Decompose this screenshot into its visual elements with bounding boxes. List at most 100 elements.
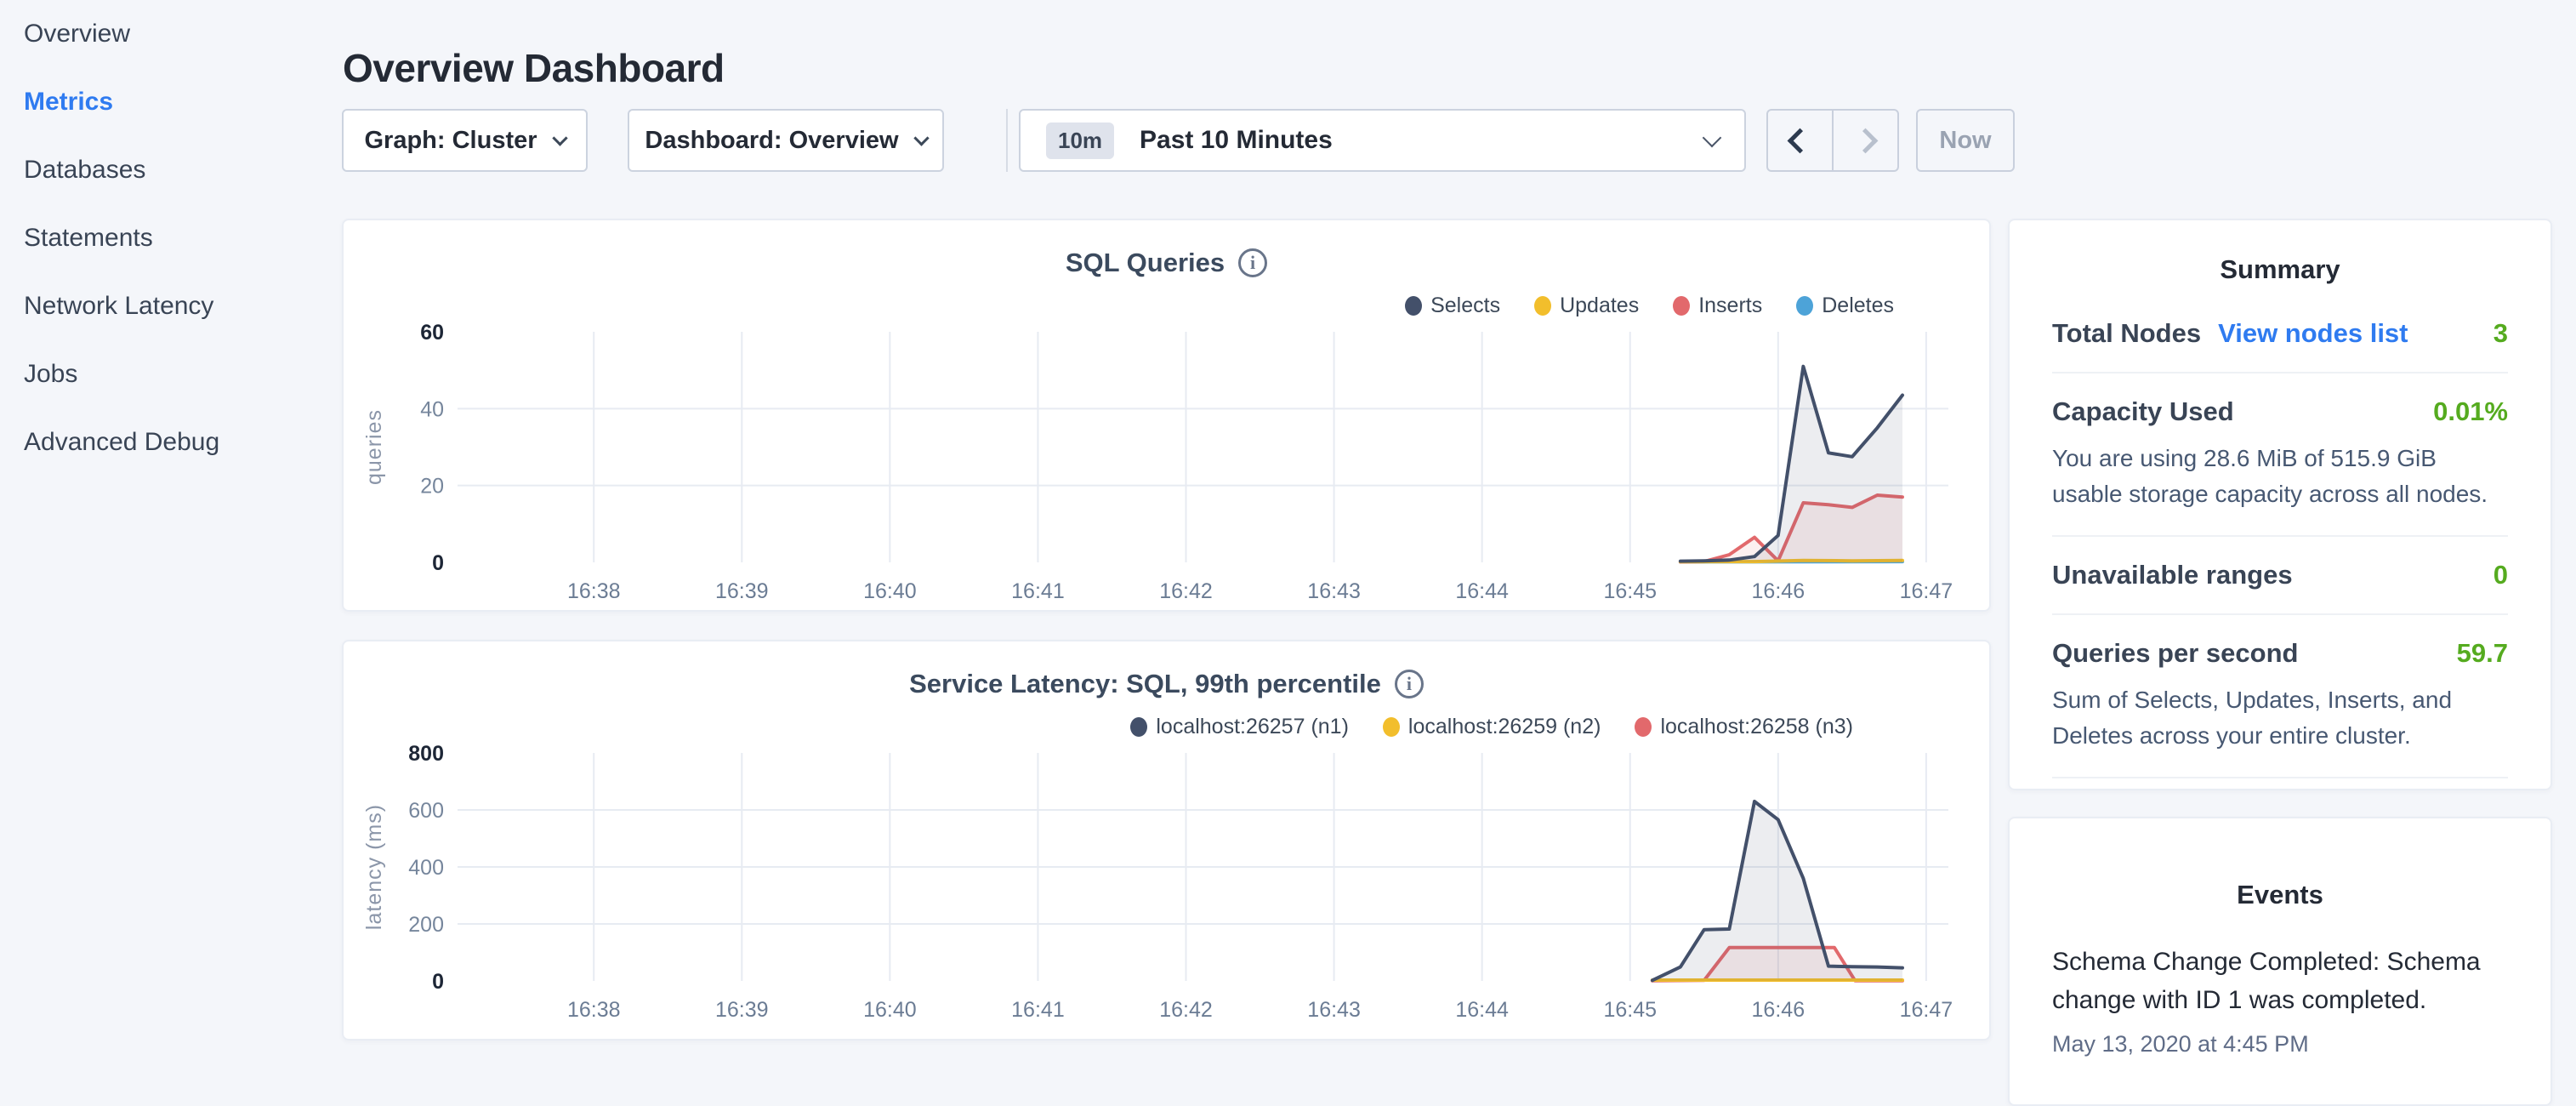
legend-label: localhost:26257 (n1) <box>1156 715 1349 739</box>
sidebar-item-overview[interactable]: Overview <box>0 0 323 68</box>
queries-per-second-value: 59.7 <box>2457 638 2508 669</box>
sql-queries-chart-card: 16:3816:3916:4016:4116:4216:4316:4416:45… <box>342 219 1991 612</box>
x-tick-label: 16:46 <box>1752 998 1805 1022</box>
total-nodes-label: Total Nodes <box>2052 318 2201 349</box>
summary-row-queries-per-second: Queries per second 59.7 Sum of Selects, … <box>2052 615 2508 778</box>
page-title: Overview Dashboard <box>343 45 725 91</box>
capacity-used-description: You are using 28.6 MiB of 515.9 GiB usab… <box>2052 441 2508 512</box>
events-list: Schema Change Completed: Schema change w… <box>2010 943 2550 1058</box>
dashboard-dropdown[interactable]: Dashboard: Overview <box>628 109 944 172</box>
chart-title: SQL Queries <box>1066 248 1225 278</box>
queries-per-second-description: Sum of Selects, Updates, Inserts, and De… <box>2052 682 2508 754</box>
now-button-label: Now <box>1939 127 1991 155</box>
legend-dot-icon <box>1635 717 1652 737</box>
legend-label: localhost:26259 (n2) <box>1408 715 1601 739</box>
legend-dot-icon <box>1796 296 1813 316</box>
events-title: Events <box>2010 880 2550 910</box>
legend-item: Deletes <box>1796 294 1894 318</box>
time-pager <box>1766 109 1899 172</box>
now-button[interactable]: Now <box>1916 109 2015 172</box>
dashboard-dropdown-label: Dashboard: Overview <box>645 127 898 155</box>
time-forward-button[interactable] <box>1834 111 1897 170</box>
sidebar-item-databases[interactable]: Databases <box>0 136 323 204</box>
sidebar-item-network-latency[interactable]: Network Latency <box>0 272 323 340</box>
unavailable-ranges-value: 0 <box>2494 560 2508 590</box>
sidebar-item-statements[interactable]: Statements <box>0 204 323 272</box>
legend-label: Inserts <box>1698 294 1762 318</box>
chart-legend: Selects Updates Inserts Deletes <box>1405 294 1894 318</box>
event-timestamp: May 13, 2020 at 4:45 PM <box>2052 1031 2508 1058</box>
time-range-selector[interactable]: 10m Past 10 Minutes <box>1019 109 1746 172</box>
chart-title: Service Latency: SQL, 99th percentile <box>909 669 1381 699</box>
y-tick-label: 40 <box>420 397 444 421</box>
time-back-button[interactable] <box>1768 111 1834 170</box>
summary-rows: Total Nodes View nodes list 3 Capacity U… <box>2052 295 2508 790</box>
x-tick-label: 16:43 <box>1307 998 1361 1022</box>
sidebar-item-jobs[interactable]: Jobs <box>0 340 323 408</box>
summary-row-total-nodes: Total Nodes View nodes list 3 <box>2052 295 2508 373</box>
y-axis-title: queries <box>362 409 386 485</box>
x-tick-label: 16:39 <box>715 579 769 603</box>
x-tick-label: 16:40 <box>863 998 917 1022</box>
y-tick-label: 800 <box>408 742 444 766</box>
graph-dropdown-label: Graph: Cluster <box>364 127 537 155</box>
legend-item: Inserts <box>1673 294 1762 318</box>
x-tick-label: 16:41 <box>1011 579 1065 603</box>
chevron-down-icon <box>1703 128 1722 148</box>
legend-item: localhost:26257 (n1) <box>1130 715 1349 739</box>
x-tick-label: 16:38 <box>567 998 621 1022</box>
chevron-left-icon <box>1788 128 1813 153</box>
graph-source-dropdown[interactable]: Graph: Cluster <box>342 109 588 172</box>
legend-label: Selects <box>1430 294 1500 318</box>
events-panel: Events Schema Change Completed: Schema c… <box>2008 817 2552 1106</box>
y-tick-label: 20 <box>420 475 444 499</box>
chevron-right-icon <box>1853 128 1879 153</box>
y-tick-label: 200 <box>408 913 444 937</box>
total-nodes-value: 3 <box>2494 318 2508 349</box>
summary-panel: Summary Total Nodes View nodes list 3 Ca… <box>2008 219 2552 790</box>
y-tick-label: 600 <box>408 799 444 823</box>
legend-dot-icon <box>1130 717 1147 737</box>
legend-item: localhost:26258 (n3) <box>1635 715 1853 739</box>
info-icon[interactable]: i <box>1238 248 1267 277</box>
y-tick-label: 0 <box>432 970 444 994</box>
time-range-badge: 10m <box>1046 123 1114 159</box>
sidebar-item-metrics[interactable]: Metrics <box>0 68 323 136</box>
x-tick-label: 16:45 <box>1603 998 1657 1022</box>
y-tick-label: 60 <box>420 321 444 345</box>
summary-row-capacity-used: Capacity Used 0.01% You are using 28.6 M… <box>2052 373 2508 537</box>
x-tick-label: 16:43 <box>1307 579 1361 603</box>
controls-divider <box>1006 109 1008 172</box>
sidebar-nav: OverviewMetricsDatabasesStatementsNetwor… <box>0 0 323 1052</box>
legend-dot-icon <box>1405 296 1422 316</box>
series-area <box>1680 367 1902 562</box>
legend-dot-icon <box>1383 717 1400 737</box>
legend-label: Updates <box>1560 294 1639 318</box>
chart-header: Service Latency: SQL, 99th percentile i <box>344 669 1989 699</box>
summary-row-unavailable-ranges: Unavailable ranges 0 <box>2052 537 2508 615</box>
service-latency-plot[interactable]: 16:3816:3916:4016:4116:4216:4316:4416:45… <box>344 641 1991 1040</box>
capacity-used-value: 0.01% <box>2433 396 2508 427</box>
overview-dashboard-page: OverviewMetricsDatabasesStatementsNetwor… <box>0 0 2576 1052</box>
legend-item: Updates <box>1534 294 1639 318</box>
sql-queries-plot[interactable]: 16:3816:3916:4016:4116:4216:4316:4416:45… <box>344 220 1991 612</box>
chart-header: SQL Queries i <box>344 248 1989 278</box>
x-tick-label: 16:47 <box>1900 579 1953 603</box>
view-nodes-list-link[interactable]: View nodes list <box>2218 318 2408 349</box>
sidebar-item-advanced-debug[interactable]: Advanced Debug <box>0 408 323 476</box>
legend-dot-icon <box>1673 296 1690 316</box>
x-tick-label: 16:45 <box>1603 579 1657 603</box>
info-icon[interactable]: i <box>1395 670 1424 698</box>
unavailable-ranges-label: Unavailable ranges <box>2052 560 2293 590</box>
chevron-down-icon <box>552 130 567 145</box>
summary-title: Summary <box>2010 254 2550 285</box>
legend-label: localhost:26258 (n3) <box>1660 715 1853 739</box>
x-tick-label: 16:46 <box>1752 579 1805 603</box>
x-tick-label: 16:42 <box>1159 579 1213 603</box>
service-latency-chart-card: 16:3816:3916:4016:4116:4216:4316:4416:45… <box>342 640 1991 1040</box>
time-range-label: Past 10 Minutes <box>1140 126 1705 155</box>
x-tick-label: 16:39 <box>715 998 769 1022</box>
x-tick-label: 16:44 <box>1455 998 1509 1022</box>
legend-item: localhost:26259 (n2) <box>1383 715 1601 739</box>
y-tick-label: 0 <box>432 551 444 575</box>
